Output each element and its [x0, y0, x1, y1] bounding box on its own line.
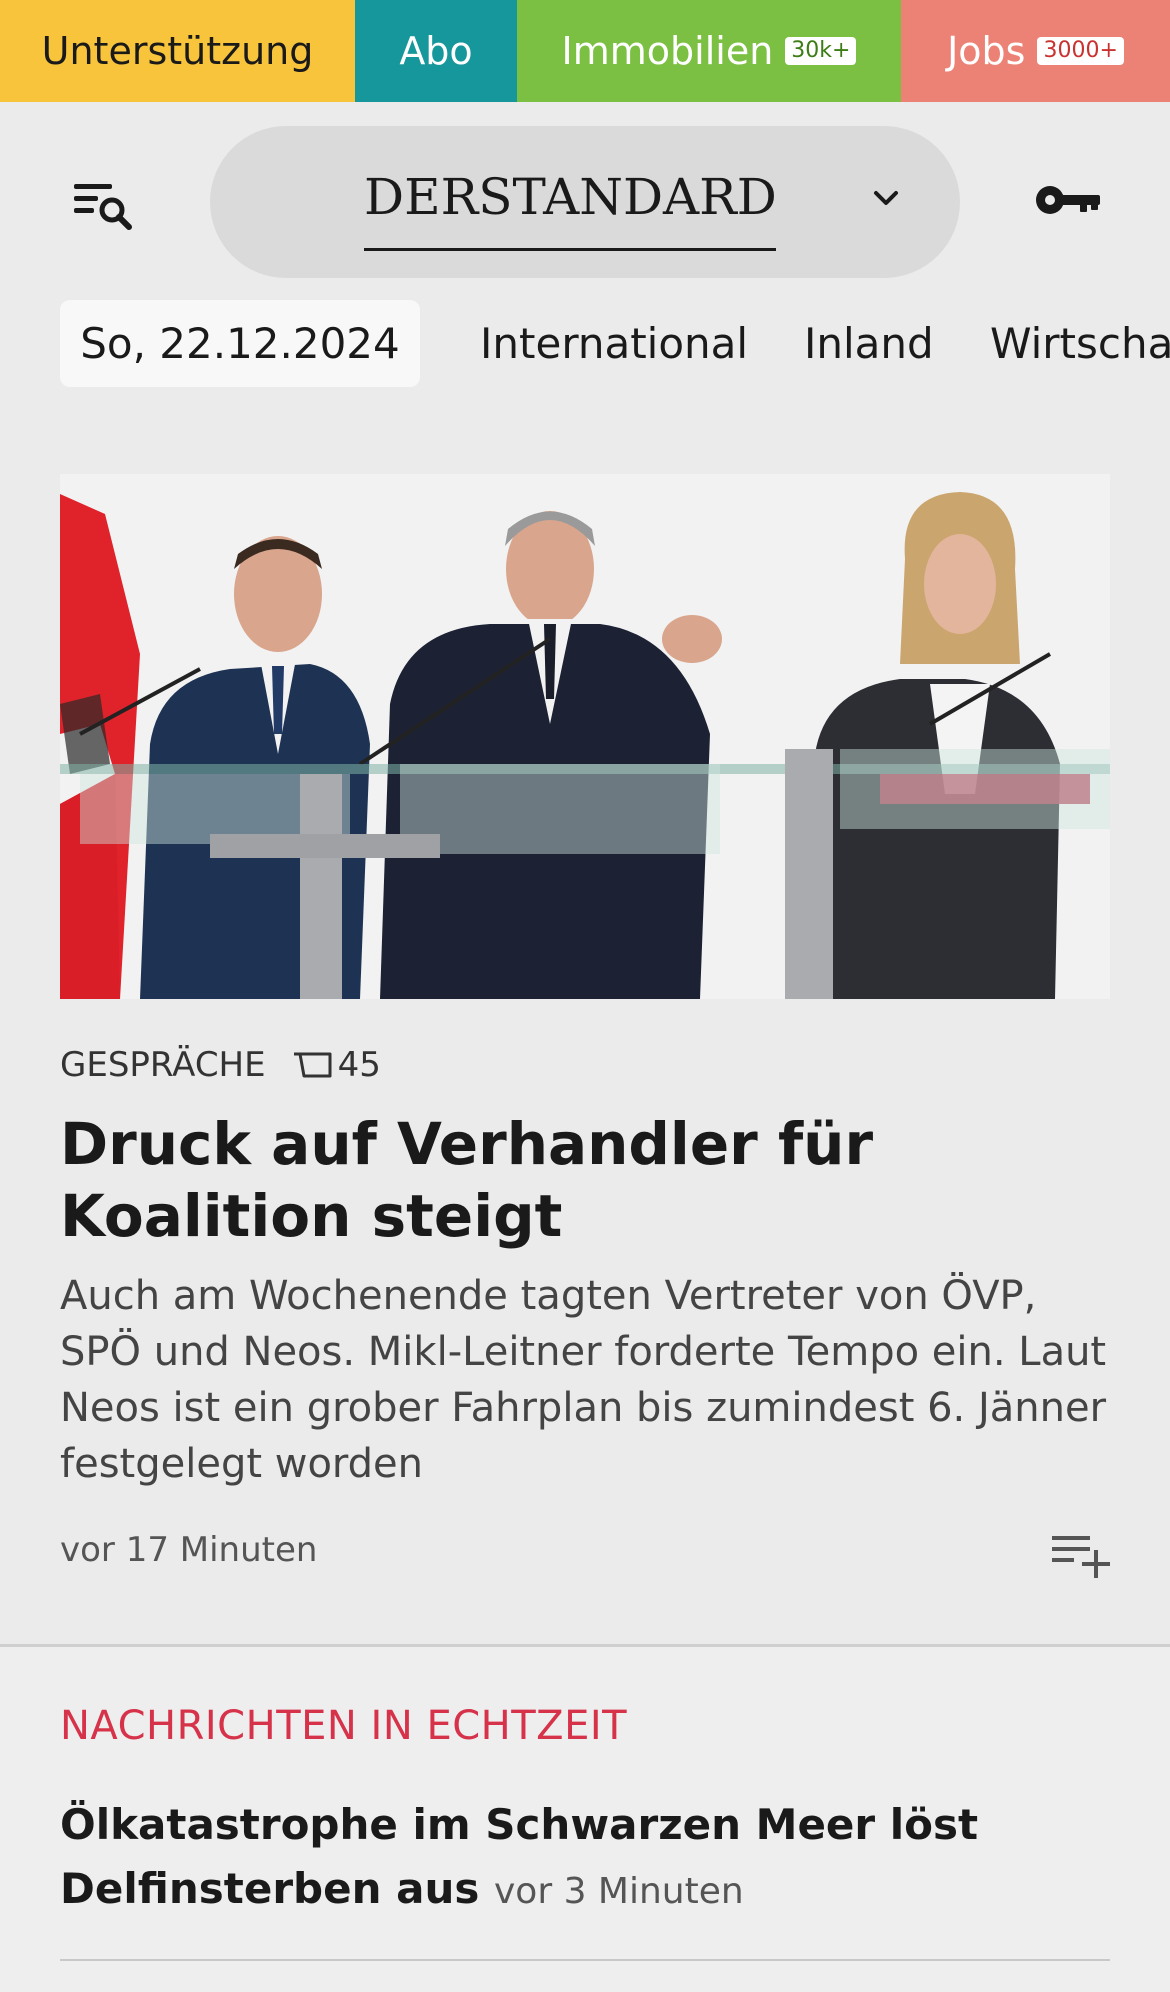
- nav-item-wirtschaft[interactable]: Wirtschaft: [990, 300, 1170, 387]
- article-kicker[interactable]: GESPRÄCHE: [60, 1045, 266, 1085]
- add-to-list-button[interactable]: [1050, 1530, 1112, 1578]
- section-nav: So, 22.12.2024 International Inland Wirt…: [0, 300, 1170, 388]
- menu-search-icon: [74, 184, 132, 230]
- support-link[interactable]: Unterstützung: [0, 0, 355, 102]
- abo-label: Abo: [399, 29, 473, 73]
- live-news-item[interactable]: Ölkatastrophe im Schwarzen Meer löst Del…: [60, 1793, 1120, 1924]
- logo-underline: [364, 248, 776, 251]
- nav-item-international[interactable]: International: [480, 300, 748, 387]
- article-teaser[interactable]: Auch am Wochenende tagten Vertreter von …: [60, 1268, 1120, 1492]
- abo-link[interactable]: Abo: [355, 0, 517, 102]
- playlist-add-icon: [1052, 1536, 1110, 1578]
- logo-switcher[interactable]: DERSTANDARD: [210, 126, 960, 278]
- key-icon: [1036, 186, 1100, 214]
- nav-item-inland[interactable]: Inland: [804, 300, 934, 387]
- press-conference-photo: [60, 474, 1110, 999]
- support-label: Unterstützung: [41, 29, 314, 73]
- live-news-section: NACHRICHTEN IN ECHTZEIT Ölkatastrophe im…: [0, 1647, 1170, 1992]
- chevron-down-icon: [874, 191, 898, 205]
- immobilien-link[interactable]: Immobilien 30k+: [517, 0, 901, 102]
- jobs-label: Jobs: [947, 29, 1026, 73]
- menu-search-button[interactable]: [70, 174, 140, 236]
- article-time: vor 17 Minuten: [60, 1530, 318, 1570]
- comment-icon[interactable]: [292, 1050, 334, 1080]
- immobilien-count-badge: 30k+: [785, 37, 857, 65]
- date-label: So, 22.12.2024: [80, 319, 400, 368]
- site-header: DERSTANDARD: [0, 102, 1170, 292]
- live-news-time: vor 3 Minuten: [494, 1871, 744, 1912]
- site-logo: DERSTANDARD: [364, 168, 777, 226]
- live-section-title[interactable]: NACHRICHTEN IN ECHTZEIT: [60, 1703, 627, 1749]
- article-headline[interactable]: Druck auf Verhandler für Koalition steig…: [60, 1108, 1120, 1252]
- live-item-divider: [60, 1959, 1110, 1961]
- article-meta: GESPRÄCHE 45: [60, 1042, 381, 1088]
- date-selector[interactable]: So, 22.12.2024: [60, 300, 420, 387]
- jobs-link[interactable]: Jobs 3000+: [901, 0, 1170, 102]
- immobilien-label: Immobilien: [561, 29, 774, 73]
- comment-count[interactable]: 45: [338, 1045, 381, 1085]
- article-hero-image[interactable]: [60, 474, 1110, 999]
- top-service-bar: Unterstützung Abo Immobilien 30k+ Jobs 3…: [0, 0, 1170, 102]
- jobs-count-badge: 3000+: [1037, 37, 1124, 65]
- login-button[interactable]: [1034, 178, 1104, 222]
